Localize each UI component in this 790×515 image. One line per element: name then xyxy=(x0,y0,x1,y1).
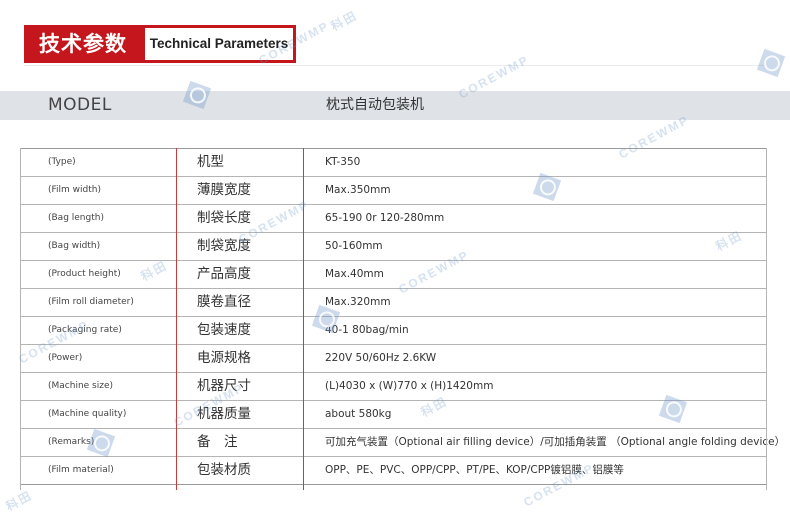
table-row: (Packaging rate) 包装速度 40-1 80bag/min xyxy=(20,317,766,345)
row-label-cn: 电源规格 xyxy=(197,350,251,366)
row-value: 65-190 0r 120-280mm xyxy=(325,212,445,224)
row-value: Max.40mm xyxy=(325,268,384,280)
table-right-border xyxy=(766,148,767,490)
row-label-cn: 包装速度 xyxy=(197,322,251,338)
row-label-cn: 膜卷直径 xyxy=(197,294,251,310)
row-value: 可加充气装置（Optional air filling device）/可加插角… xyxy=(325,436,786,448)
model-label: MODEL xyxy=(48,95,112,115)
row-label-en: (Machine size) xyxy=(48,381,114,391)
row-label-en: (Product height) xyxy=(48,269,121,279)
row-label-en: (Film width) xyxy=(48,185,101,195)
model-value: 枕式自动包装机 xyxy=(326,97,424,113)
watermark-logo-icon xyxy=(756,48,786,78)
row-value: Max.350mm xyxy=(325,184,391,196)
row-label-en: (Type) xyxy=(48,157,76,167)
row-label-cn: 制袋长度 xyxy=(197,210,251,226)
table-row: (Bag width) 制袋宽度 50-160mm xyxy=(20,233,766,261)
table-row: (Machine quality) 机器质量 about 580kg xyxy=(20,401,766,429)
table-row: (Power) 电源规格 220V 50/60Hz 2.6KW xyxy=(20,345,766,373)
row-label-cn: 备 注 xyxy=(197,434,238,450)
header-badge: 技术参数 Technical Parameters xyxy=(24,25,296,63)
row-label-en: (Film roll diameter) xyxy=(48,297,134,307)
table-left-border xyxy=(20,148,21,490)
table-row: (Bag length) 制袋长度 65-190 0r 120-280mm xyxy=(20,205,766,233)
row-value: 220V 50/60Hz 2.6KW xyxy=(325,352,437,364)
row-label-en: (Film material) xyxy=(48,465,114,475)
row-label-cn: 薄膜宽度 xyxy=(197,182,251,198)
table-row: (Film roll diameter) 膜卷直径 Max.320mm xyxy=(20,289,766,317)
header-divider xyxy=(24,65,766,66)
table-row: (Remarks) 备 注 可加充气装置（Optional air fillin… xyxy=(20,429,785,457)
spec-table: (Type) 机型 KT-350 (Film width) 薄膜宽度 Max.3… xyxy=(20,148,785,485)
table-row: (Type) 机型 KT-350 xyxy=(20,149,766,177)
row-label-en: (Machine quality) xyxy=(48,409,127,419)
row-label-cn: 机型 xyxy=(197,154,224,170)
row-value: about 580kg xyxy=(325,408,392,420)
row-label-en: (Remarks) xyxy=(48,437,95,447)
header-title-cn: 技术参数 xyxy=(39,32,127,56)
table-row: (Film width) 薄膜宽度 Max.350mm xyxy=(20,177,766,205)
row-label-cn: 产品高度 xyxy=(197,266,251,282)
column-divider xyxy=(176,148,177,490)
model-band: MODEL 枕式自动包装机 xyxy=(0,91,790,120)
row-value: (L)4030 x (W)770 x (H)1420mm xyxy=(325,380,494,392)
row-value: KT-350 xyxy=(325,156,361,168)
table-row: (Machine size) 机器尺寸 (L)4030 x (W)770 x (… xyxy=(20,373,766,401)
row-label-cn: 包装材质 xyxy=(197,462,251,478)
watermark-text-cn: 科田 xyxy=(328,8,360,34)
row-value: 40-1 80bag/min xyxy=(325,324,409,336)
watermark-text-cn: 科田 xyxy=(3,488,35,514)
row-label-en: (Bag length) xyxy=(48,213,104,223)
table-row: (Product height) 产品高度 Max.40mm xyxy=(20,261,766,289)
row-label-en: (Bag width) xyxy=(48,241,101,251)
row-value: 50-160mm xyxy=(325,240,383,252)
table-row: (Film material) 包装材质 OPP、PE、PVC、OPP/CPP、… xyxy=(20,457,766,485)
